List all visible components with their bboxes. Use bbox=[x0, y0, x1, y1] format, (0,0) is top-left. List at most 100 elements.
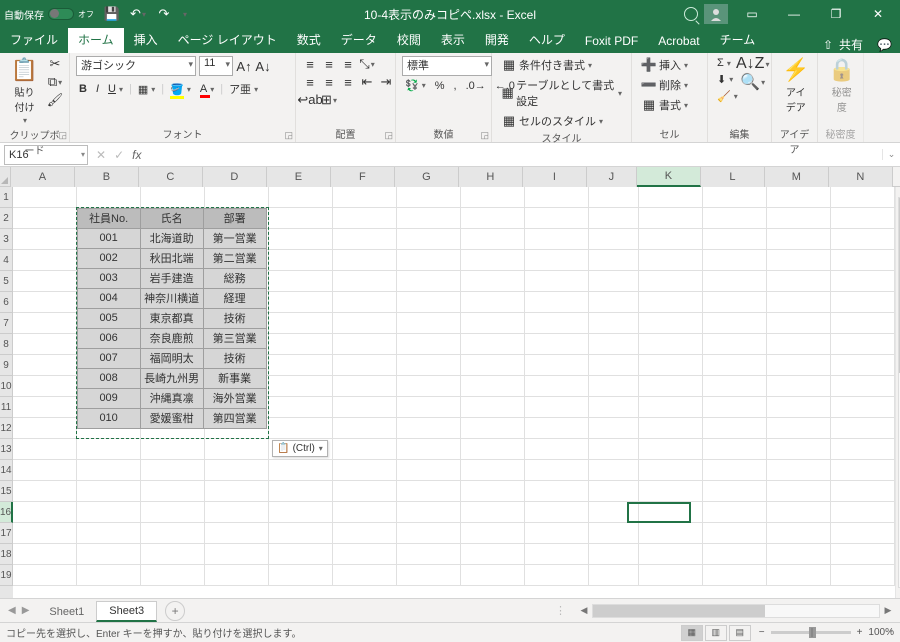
column-header-N[interactable]: N bbox=[829, 167, 893, 187]
row-header-5[interactable]: 5 bbox=[0, 271, 13, 292]
autosave-toggle[interactable]: 自動保存 オフ bbox=[4, 7, 94, 22]
wrap-text-icon[interactable]: ↩ab bbox=[302, 92, 318, 108]
table-header[interactable]: 部署 bbox=[203, 208, 267, 229]
column-header-C[interactable]: C bbox=[139, 167, 203, 187]
undo-icon[interactable]: ↶▾ bbox=[130, 6, 146, 22]
indent-dec-icon[interactable]: ⇤ bbox=[359, 74, 375, 90]
table-header[interactable]: 社員No. bbox=[77, 208, 141, 229]
sensitivity-button[interactable]: 🔒 秘密 度 bbox=[824, 56, 859, 116]
row-header-1[interactable]: 1 bbox=[0, 187, 13, 208]
conditional-formatting-button[interactable]: ▦条件付き書式▾ bbox=[498, 56, 595, 74]
enter-formula-icon[interactable]: ✓ bbox=[114, 148, 124, 162]
decrease-font-icon[interactable]: A↓ bbox=[255, 58, 271, 74]
tab-formulas[interactable]: 数式 bbox=[287, 26, 331, 53]
row-header-15[interactable]: 15 bbox=[0, 481, 13, 502]
sheet-tab-sheet3[interactable]: Sheet3 bbox=[96, 601, 157, 622]
launcher-icon[interactable]: ◲ bbox=[480, 130, 489, 141]
search-icon[interactable] bbox=[684, 7, 698, 21]
sort-filter-icon[interactable]: A↓Z▾ bbox=[745, 56, 761, 72]
table-cell[interactable]: 神奈川横道 bbox=[140, 288, 204, 309]
align-right-icon[interactable]: ≡ bbox=[340, 74, 356, 90]
borders-button[interactable]: ▦▾ bbox=[135, 82, 158, 97]
column-header-L[interactable]: L bbox=[701, 167, 765, 187]
format-painter-icon[interactable]: 🖌 bbox=[47, 92, 63, 108]
row-header-18[interactable]: 18 bbox=[0, 544, 13, 565]
column-header-J[interactable]: J bbox=[587, 167, 637, 187]
page-layout-view-button[interactable]: ▥ bbox=[705, 625, 727, 641]
redo-icon[interactable]: ↷ bbox=[156, 6, 172, 22]
scroll-up-icon[interactable]: ▲ bbox=[896, 187, 900, 197]
row-header-14[interactable]: 14 bbox=[0, 460, 13, 481]
cancel-formula-icon[interactable]: ✕ bbox=[96, 148, 106, 162]
scroll-left-icon[interactable]: ◀ bbox=[576, 605, 592, 616]
table-cell[interactable]: 長崎九州男 bbox=[140, 368, 204, 389]
tab-review[interactable]: 校閲 bbox=[387, 26, 431, 53]
tab-layout[interactable]: ページ レイアウト bbox=[168, 26, 287, 53]
table-cell[interactable]: 010 bbox=[77, 408, 141, 429]
share-button[interactable]: 共有 bbox=[839, 36, 863, 53]
table-cell[interactable]: 福岡明太 bbox=[140, 348, 204, 369]
row-header-19[interactable]: 19 bbox=[0, 565, 13, 586]
column-header-A[interactable]: A bbox=[11, 167, 75, 187]
column-header-I[interactable]: I bbox=[523, 167, 587, 187]
column-header-D[interactable]: D bbox=[203, 167, 267, 187]
insert-cells-button[interactable]: ➕挿入▾ bbox=[638, 56, 691, 74]
row-header-16[interactable]: 16 bbox=[0, 502, 13, 523]
find-select-icon[interactable]: 🔍▾ bbox=[745, 74, 761, 90]
row-header-17[interactable]: 17 bbox=[0, 523, 13, 544]
format-as-table-button[interactable]: ▦テーブルとして書式設定▾ bbox=[498, 76, 625, 110]
split-handle-icon[interactable]: ⋮ bbox=[555, 604, 566, 617]
font-size-select[interactable]: 11 bbox=[199, 56, 233, 76]
restore-button[interactable]: ❐ bbox=[818, 2, 854, 26]
sheet-tab-sheet1[interactable]: Sheet1 bbox=[37, 603, 96, 621]
row-header-12[interactable]: 12 bbox=[0, 418, 13, 439]
scrollbar-thumb[interactable] bbox=[593, 605, 765, 617]
vertical-scrollbar[interactable]: ▲ ▼ bbox=[895, 187, 900, 598]
table-header[interactable]: 氏名 bbox=[140, 208, 204, 229]
row-header-11[interactable]: 11 bbox=[0, 397, 13, 418]
row-header-9[interactable]: 9 bbox=[0, 355, 13, 376]
cells-area[interactable]: 社員No.氏名部署001北海道助第一営業002秋田北端第二営業003岩手建造総務… bbox=[13, 187, 895, 598]
page-break-view-button[interactable]: ▤ bbox=[729, 625, 751, 641]
table-cell[interactable]: 002 bbox=[77, 248, 141, 269]
tab-team[interactable]: チーム bbox=[710, 26, 766, 53]
format-cells-button[interactable]: ▦書式▾ bbox=[638, 96, 691, 114]
tab-foxit[interactable]: Foxit PDF bbox=[575, 29, 648, 53]
phonetic-button[interactable]: ア亜▾ bbox=[226, 80, 261, 98]
align-bottom-icon[interactable]: ≡ bbox=[340, 56, 356, 72]
row-header-2[interactable]: 2 bbox=[0, 208, 13, 229]
tab-acrobat[interactable]: Acrobat bbox=[648, 29, 709, 53]
table-cell[interactable]: 003 bbox=[77, 268, 141, 289]
merge-icon[interactable]: ⊞▾ bbox=[321, 92, 337, 108]
inc-decimal-icon[interactable]: .0→ bbox=[463, 79, 489, 93]
tab-insert[interactable]: 挿入 bbox=[124, 26, 168, 53]
toggle-switch-icon[interactable] bbox=[48, 8, 74, 20]
table-cell[interactable]: 006 bbox=[77, 328, 141, 349]
column-header-E[interactable]: E bbox=[267, 167, 331, 187]
zoom-in-button[interactable]: + bbox=[857, 627, 863, 638]
align-left-icon[interactable]: ≡ bbox=[302, 74, 318, 90]
table-cell[interactable]: 007 bbox=[77, 348, 141, 369]
table-cell[interactable]: 第三営業 bbox=[203, 328, 267, 349]
sheet-nav-prev-icon[interactable]: ◀ bbox=[8, 605, 16, 616]
table-cell[interactable]: 北海道助 bbox=[140, 228, 204, 249]
table-cell[interactable]: 秋田北端 bbox=[140, 248, 204, 269]
cut-icon[interactable]: ✂ bbox=[47, 56, 63, 72]
underline-button[interactable]: U▾ bbox=[105, 82, 126, 96]
tab-data[interactable]: データ bbox=[331, 26, 387, 53]
fx-icon[interactable]: fx bbox=[132, 148, 141, 162]
align-middle-icon[interactable]: ≡ bbox=[321, 56, 337, 72]
table-cell[interactable]: 技術 bbox=[203, 348, 267, 369]
copy-icon[interactable]: ⧉▾ bbox=[47, 74, 63, 90]
column-header-M[interactable]: M bbox=[765, 167, 829, 187]
table-cell[interactable]: 009 bbox=[77, 388, 141, 409]
user-account-icon[interactable] bbox=[704, 4, 728, 24]
table-cell[interactable]: 総務 bbox=[203, 268, 267, 289]
table-cell[interactable]: 第一営業 bbox=[203, 228, 267, 249]
number-format-select[interactable]: 標準 bbox=[402, 56, 492, 76]
comments-icon[interactable]: 💬 bbox=[877, 38, 892, 52]
launcher-icon[interactable]: ◲ bbox=[384, 130, 393, 141]
qat-customize-icon[interactable]: ▾ bbox=[183, 10, 187, 19]
column-header-G[interactable]: G bbox=[395, 167, 459, 187]
column-header-B[interactable]: B bbox=[75, 167, 139, 187]
